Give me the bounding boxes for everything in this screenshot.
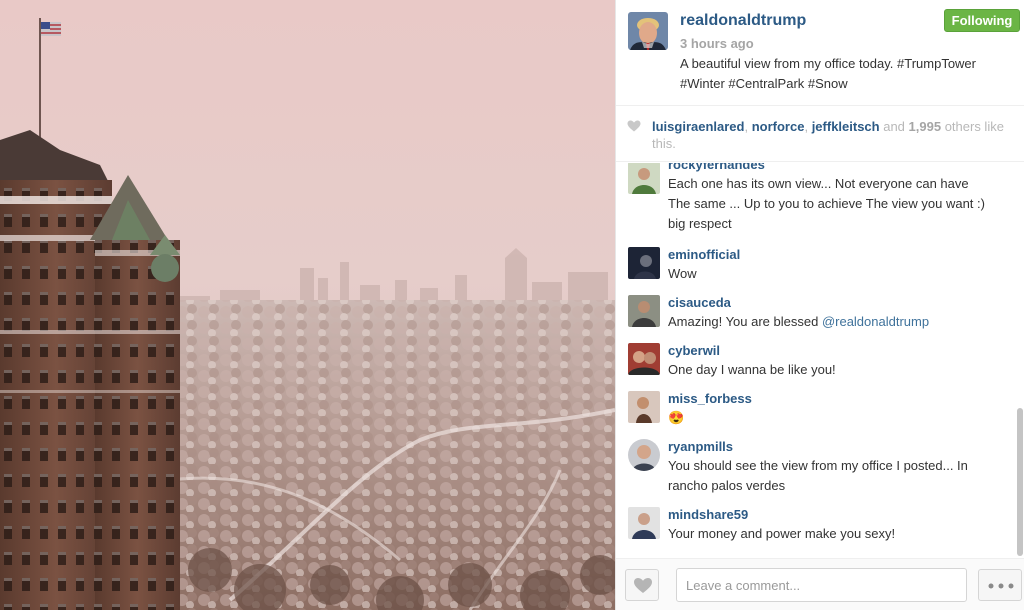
- more-options-button[interactable]: [978, 569, 1022, 601]
- comment-line: big respect: [668, 216, 732, 231]
- comment-text: Amazing! You are blessed @realdonaldtrum…: [668, 312, 1008, 332]
- photo-central-park-winter: [0, 0, 615, 610]
- instagram-post-view: realdonaldtrump Following 3 hours ago A …: [0, 0, 1024, 610]
- comment-line: Each one has its own view... Not everyon…: [668, 176, 969, 191]
- liker-link[interactable]: norforce: [752, 119, 805, 134]
- heart-icon: [634, 578, 652, 593]
- comment-line: 😍: [668, 410, 685, 425]
- comment-line: Wow: [668, 266, 697, 281]
- avatar[interactable]: [628, 247, 660, 279]
- comment-footer: [616, 558, 1024, 610]
- avatar[interactable]: [628, 12, 668, 50]
- post-timestamp: 3 hours ago: [680, 36, 754, 51]
- following-button[interactable]: Following: [944, 9, 1020, 32]
- comments-list[interactable]: rockyfernandes Each one has its own view…: [616, 163, 1024, 558]
- avatar[interactable]: [628, 343, 660, 375]
- scrollbar-thumb[interactable]: [1017, 408, 1023, 556]
- likes-count[interactable]: 1,995: [909, 119, 942, 134]
- post-author-username[interactable]: realdonaldtrump: [680, 12, 806, 30]
- comment-line: Your money and power make you sexy!: [668, 526, 896, 541]
- comment-username[interactable]: eminofficial: [668, 247, 740, 262]
- comment-input[interactable]: [676, 568, 967, 602]
- comment-text: Wow: [668, 264, 1008, 284]
- caption-line: A beautiful view from my office today. #…: [680, 56, 976, 71]
- more-dots-icon: [988, 583, 1014, 589]
- comment-username[interactable]: cyberwil: [668, 343, 720, 358]
- flag: [41, 22, 61, 36]
- heart-icon: [627, 120, 641, 132]
- comment-username[interactable]: mindshare59: [668, 507, 748, 522]
- avatar[interactable]: [628, 163, 660, 194]
- like-button[interactable]: [625, 569, 659, 601]
- comment-line: The same ... Up to you to achieve The vi…: [668, 196, 985, 211]
- separator: ,: [744, 119, 752, 134]
- post-caption: A beautiful view from my office today. #…: [680, 54, 1016, 94]
- avatar[interactable]: [628, 295, 660, 327]
- avatar[interactable]: [628, 439, 660, 471]
- likes-summary: luisgiraenlared, norforce, jeffkleitsch …: [616, 107, 1024, 162]
- comment-username[interactable]: miss_forbess: [668, 391, 752, 406]
- comment-text: You should see the view from my office I…: [668, 456, 1008, 496]
- post-header: realdonaldtrump Following 3 hours ago A …: [616, 0, 1024, 106]
- comment-text: One day I wanna be like you!: [668, 360, 1008, 380]
- caption-line: #Winter #CentralPark #Snow: [680, 76, 848, 91]
- comment-line: You should see the view from my office I…: [668, 458, 968, 473]
- comment-text: Each one has its own view... Not everyon…: [668, 174, 1008, 234]
- comment-line: rancho palos verdes: [668, 478, 786, 493]
- post-photo[interactable]: [0, 0, 615, 610]
- comments-scrollbar[interactable]: [1016, 163, 1023, 558]
- comment-username[interactable]: cisauceda: [668, 295, 731, 310]
- avatar[interactable]: [628, 391, 660, 423]
- comment-line: Amazing! You are blessed: [668, 314, 822, 329]
- comment-text: 😍: [668, 408, 1008, 428]
- mention-link[interactable]: @realdonaldtrump: [822, 314, 929, 329]
- liker-link[interactable]: jeffkleitsch: [812, 119, 880, 134]
- avatar[interactable]: [628, 507, 660, 539]
- comment-username[interactable]: rockyfernandes: [668, 163, 765, 172]
- comment-username[interactable]: ryanpmills: [668, 439, 733, 454]
- likes-and-text: and: [879, 119, 909, 134]
- post-side-panel: realdonaldtrump Following 3 hours ago A …: [615, 0, 1024, 610]
- liker-link[interactable]: luisgiraenlared: [652, 119, 744, 134]
- comment-text: Your money and power make you sexy!: [668, 524, 1008, 544]
- separator: ,: [804, 119, 812, 134]
- comment-line: One day I wanna be like you!: [668, 362, 836, 377]
